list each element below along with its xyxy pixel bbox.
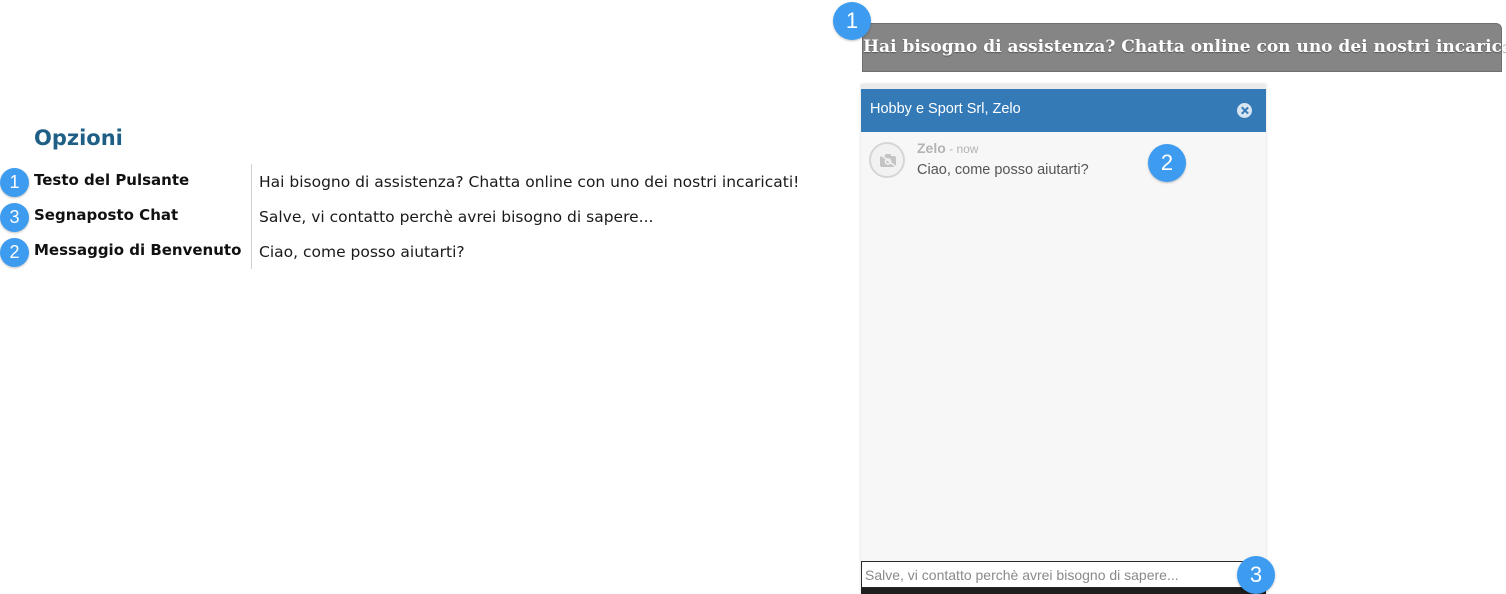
callout-badge: 3 <box>0 203 29 232</box>
option-row-button-text: 1 Testo del Pulsante Hai bisogno di assi… <box>0 167 840 201</box>
chat-bottom-bar <box>861 588 1266 594</box>
option-value: Hai bisogno di assistenza? Chatta online… <box>259 173 800 191</box>
option-label: Testo del Pulsante <box>34 171 190 189</box>
option-label: Segnaposto Chat <box>34 206 179 224</box>
option-row-welcome-message: 2 Messaggio di Benvenuto Ciao, come poss… <box>0 237 840 271</box>
options-title: Opzioni <box>34 126 123 150</box>
chat-message-input[interactable] <box>861 561 1266 588</box>
option-value: Ciao, come posso aiutarti? <box>259 243 465 261</box>
message-text: Ciao, come posso aiutarti? <box>917 162 1089 178</box>
avatar <box>869 142 905 178</box>
close-icon[interactable] <box>1237 103 1252 118</box>
callout-badge: 3 <box>1237 556 1275 594</box>
message-author-name: Zelo <box>917 140 946 156</box>
message-time: now <box>956 142 979 156</box>
callout-badge: 2 <box>0 238 29 267</box>
camera-icon <box>879 153 897 168</box>
option-label: Messaggio di Benvenuto <box>34 241 242 259</box>
message-author: Zelo - now <box>917 140 978 156</box>
chat-window: Hobby e Sport Srl, Zelo Zelo - now Ciao,… <box>861 84 1275 594</box>
chat-header: Hobby e Sport Srl, Zelo <box>861 89 1266 132</box>
callout-badge: 2 <box>1148 144 1186 182</box>
message-separator: - <box>945 142 957 156</box>
option-value: Salve, vi contatto perchè avrei bisogno … <box>259 208 654 226</box>
welcome-message: Zelo - now Ciao, come posso aiutarti? <box>869 140 1249 192</box>
callout-badge: 1 <box>833 2 871 40</box>
option-row-chat-placeholder: 3 Segnaposto Chat Salve, vi contatto per… <box>0 202 840 236</box>
chat-header-title: Hobby e Sport Srl, Zelo <box>870 101 1021 117</box>
callout-badge: 1 <box>0 168 29 197</box>
chat-open-button[interactable]: Hai bisogno di assistenza? Chatta online… <box>862 23 1506 72</box>
